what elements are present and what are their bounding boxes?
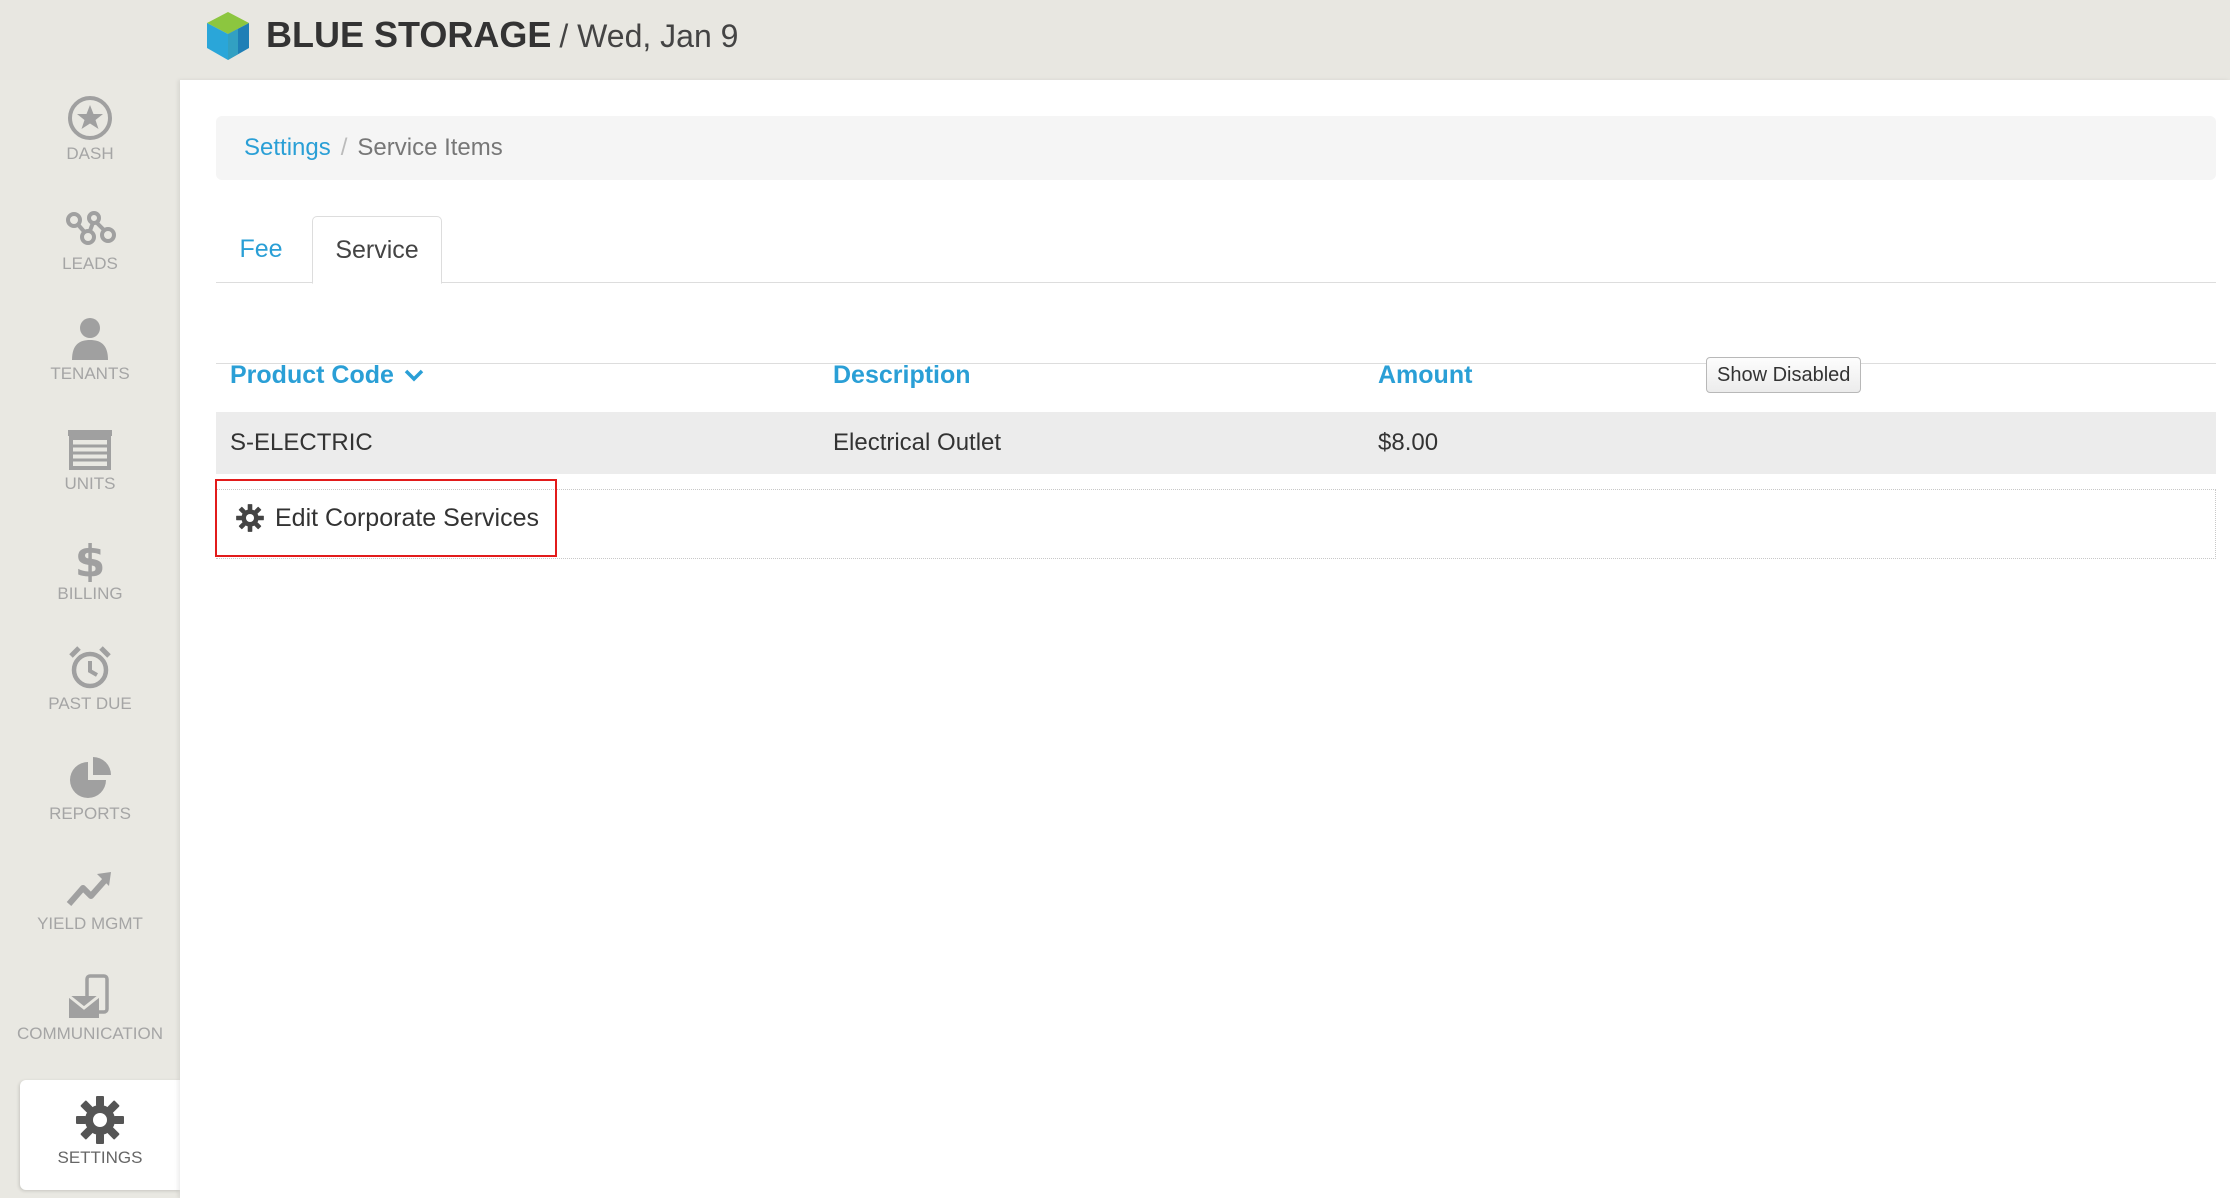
sidebar-item-label: BILLING [57,584,123,603]
breadcrumb-current: Service Items [357,134,503,161]
pie-chart-icon [70,757,111,798]
main-content: Settings / Service Items Fee Service Pro… [180,80,2230,1198]
trend-up-icon [66,872,111,906]
brand-name: BLUE STORAGE [266,14,552,55]
table-row[interactable]: S-ELECTRIC Electrical Outlet $8.00 [216,412,2216,474]
sidebar-item-communication[interactable]: COMMUNICATION [0,974,180,1084]
description-cell: Electrical Outlet [833,429,1002,456]
sidebar-item-billing[interactable]: $ BILLING [0,534,180,644]
sidebar-item-reports[interactable]: REPORTS [0,754,180,864]
sidebar-item-label: UNITS [64,474,116,493]
sidebar: DASH LEADS TENANTS UNITS $ BILLING PAST … [0,80,180,1198]
brand: BLUE STORAGE / Wed, Jan 9 [266,14,738,60]
sidebar-item-units[interactable]: UNITS [0,424,180,534]
sidebar-item-label: SETTINGS [57,1148,143,1167]
sidebar-item-label: PAST DUE [48,694,132,713]
product-code-cell: S-ELECTRIC [230,429,373,456]
product-code-header[interactable]: Product Code [230,342,424,408]
tab-service[interactable]: Service [312,216,442,284]
header-date: / Wed, Jan 9 [559,18,739,54]
sidebar-item-label: DASH [66,144,114,163]
sidebar-item-label: REPORTS [49,804,131,823]
tab-strip: Fee Service [216,216,2216,284]
alarm-clock-icon [69,646,111,689]
gear-icon [236,504,264,532]
sidebar-item-tenants[interactable]: TENANTS [0,314,180,424]
sidebar-item-dash[interactable]: DASH [0,94,180,204]
description-header[interactable]: Description [833,342,971,408]
breadcrumb-settings-link[interactable]: Settings [244,134,331,162]
sidebar-item-label: LEADS [62,254,118,273]
storage-unit-icon [68,430,112,470]
chevron-down-icon [404,369,424,382]
breadcrumb: Settings / Service Items [216,116,2216,180]
phone-mail-icon [68,974,109,1018]
svg-text:$: $ [75,536,106,582]
sidebar-item-settings[interactable]: SETTINGS [20,1080,180,1190]
amount-cell: $8.00 [1378,429,1439,456]
product-code-header-label: Product Code [230,360,394,389]
tab-fee[interactable]: Fee [216,216,306,282]
dollar-icon: $ [75,536,106,582]
sidebar-item-label: TENANTS [50,364,130,383]
breadcrumb-separator: / [340,134,348,161]
network-icon [66,211,116,245]
table-header: Product Code Description Amount Show Dis… [216,342,2216,408]
edit-corporate-services-label: Edit Corporate Services [275,503,540,532]
sidebar-item-label: COMMUNICATION [16,1024,164,1043]
sidebar-item-label: YIELD MGMT [37,914,143,933]
edit-corporate-services-button[interactable]: Edit Corporate Services [215,479,557,557]
person-icon [72,318,108,360]
top-bar: BLUE STORAGE / Wed, Jan 9 [0,0,2230,81]
blue-storage-logo-icon [207,12,249,60]
sidebar-item-yield-mgmt[interactable]: YIELD MGMT [0,864,180,974]
gear-icon [76,1096,124,1144]
star-circle-icon [68,96,112,140]
show-disabled-button[interactable]: Show Disabled [1706,357,1862,393]
amount-header[interactable]: Amount [1378,342,1472,408]
sidebar-item-past-due[interactable]: PAST DUE [0,644,180,754]
sidebar-item-leads[interactable]: LEADS [0,204,180,314]
